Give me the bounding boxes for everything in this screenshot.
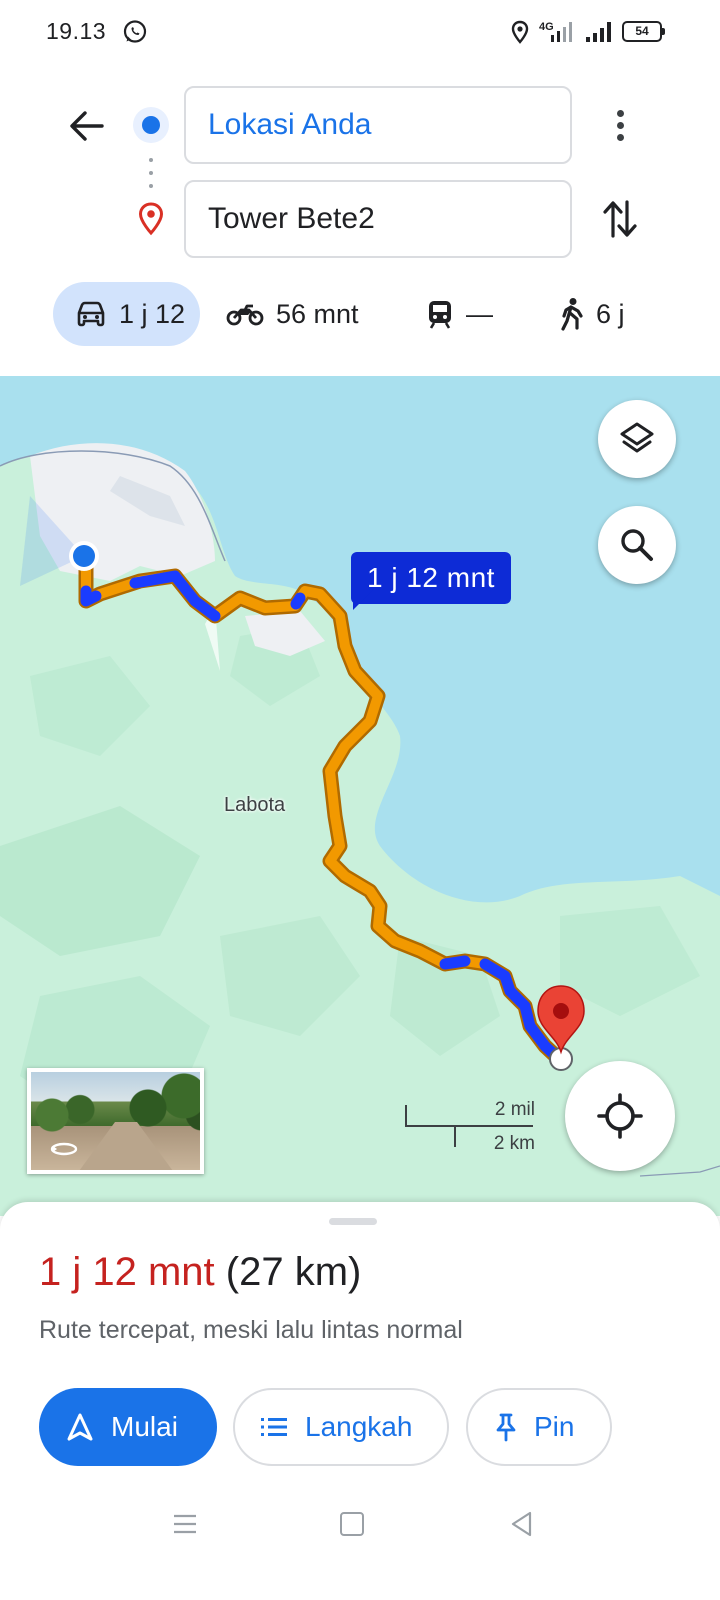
route-connector [149,158,153,188]
map-scale: 2 mil 2 km [405,1099,535,1154]
route-distance: (27 km) [225,1250,362,1294]
map-view[interactable]: Labota 1 j 12 mnt 2 mil 2 km [0,376,720,1216]
swap-direction-button[interactable] [598,196,642,242]
destination-pin-icon [138,202,164,236]
mode-motorcycle-label: 56 mnt [276,298,359,329]
battery-indicator: 54 [622,21,665,42]
search-icon [621,529,653,561]
steps-label: Langkah [305,1411,413,1442]
list-icon [261,1418,287,1436]
navigation-icon [67,1413,93,1441]
route-eta-bubble[interactable]: 1 j 12 mnt [351,552,511,604]
pin-label: Pin [534,1411,575,1442]
start-label: Mulai [111,1411,178,1442]
mode-transit-label: — [466,298,493,329]
home-button[interactable] [340,1512,364,1536]
layers-button[interactable] [598,400,676,478]
layers-icon [620,422,654,453]
mode-motorcycle-tab[interactable]: 56 mnt [226,282,359,346]
more-vert-icon [616,109,624,117]
drag-handle[interactable] [329,1218,377,1225]
svg-text:4G: 4G [539,21,554,33]
rotate-360-icon [50,1142,78,1156]
pushpin-icon [496,1413,516,1442]
recent-apps-button[interactable] [172,1511,198,1537]
walk-icon [561,298,583,331]
route-description: Rute tercepat, meski lalu lintas normal [39,1316,463,1344]
status-bar: 19.13 4G 54 [0,0,720,64]
pin-button[interactable]: Pin [466,1388,612,1466]
more-options-button[interactable] [602,103,638,147]
crosshair-icon [597,1093,643,1139]
motorcycle-icon [226,304,264,326]
whatsapp-icon [123,20,147,43]
origin-dot-icon [133,107,169,143]
mode-car-tab[interactable]: 1 j 12 [53,282,200,346]
back-button[interactable] [64,104,108,148]
train-icon [429,301,451,329]
mode-transit-tab[interactable]: — [426,282,493,346]
mode-walk-label: 6 j [596,298,625,329]
mode-car-label: 1 j 12 [119,298,186,329]
location-status-icon [511,20,529,44]
steps-button[interactable]: Langkah [233,1388,449,1466]
scale-km: 2 km [493,1133,535,1154]
origin-input[interactable]: Lokasi Anda [184,86,572,164]
street-view-thumbnail[interactable] [27,1068,204,1174]
mode-walk-tab[interactable]: 6 j [558,282,625,346]
my-location-button[interactable] [565,1061,675,1171]
map-place-label: Labota [224,794,286,816]
duration-time: 1 j 12 mnt [39,1250,215,1294]
car-icon [77,301,105,327]
route-duration: 1 j 12 mnt (27 km) [39,1250,361,1295]
destination-input[interactable]: Tower Bete2 [184,180,572,258]
start-button[interactable]: Mulai [39,1388,217,1466]
scale-miles: 2 mil [494,1099,535,1120]
system-nav-bar [0,1496,720,1600]
status-time: 19.13 [46,18,107,44]
network-4g-icon: 4G [539,21,572,42]
signal-icon [586,22,611,42]
search-along-route-button[interactable] [598,506,676,584]
back-nav-button[interactable] [508,1510,536,1538]
arrow-left-icon [70,111,104,141]
